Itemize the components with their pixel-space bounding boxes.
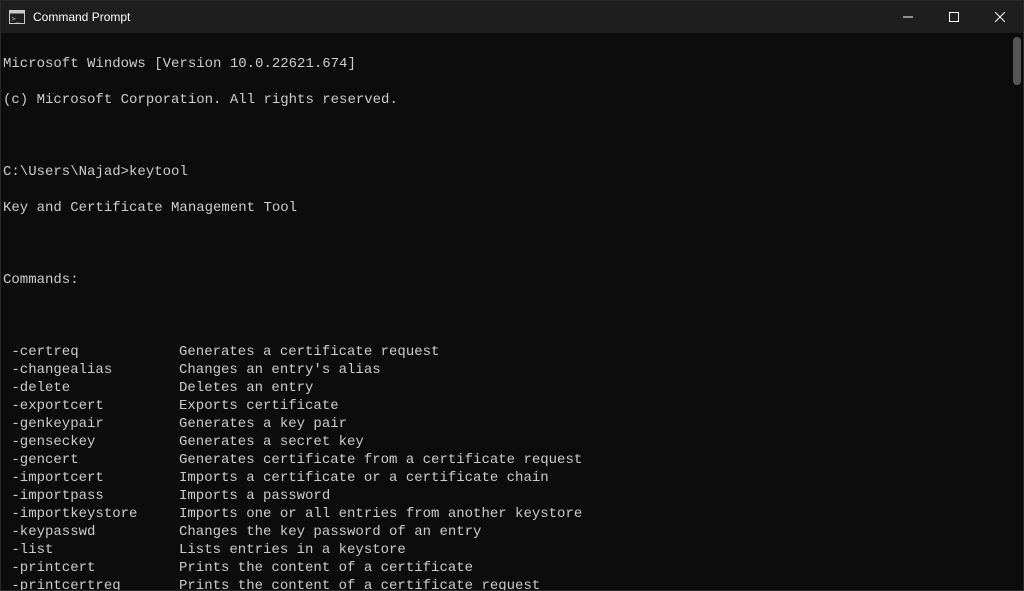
command-name: -keypasswd <box>3 523 179 541</box>
command-desc: Changes an entry's alias <box>179 361 381 379</box>
prompt-path: C:\Users\Najad> <box>3 164 129 180</box>
command-row: -printcertPrints the content of a certif… <box>3 559 1023 577</box>
command-row: -genkeypairGenerates a key pair <box>3 415 1023 433</box>
output-line: Commands: <box>3 271 1023 289</box>
command-row: -exportcertExports certificate <box>3 397 1023 415</box>
output-line <box>3 307 1023 325</box>
command-row: -changealiasChanges an entry's alias <box>3 361 1023 379</box>
command-name: -delete <box>3 379 179 397</box>
command-row: -keypasswdChanges the key password of an… <box>3 523 1023 541</box>
scrollbar-thumb[interactable] <box>1013 37 1021 85</box>
scrollbar[interactable] <box>1011 33 1023 590</box>
command-desc: Imports one or all entries from another … <box>179 505 582 523</box>
command-row: -printcertreqPrints the content of a cer… <box>3 577 1023 590</box>
command-desc: Prints the content of a certificate <box>179 559 473 577</box>
output-line: (c) Microsoft Corporation. All rights re… <box>3 91 1023 109</box>
command-row: -listLists entries in a keystore <box>3 541 1023 559</box>
command-prompt-window: >_ Command Prompt Microsoft Windows [Ver… <box>0 0 1024 591</box>
command-row: -genseckeyGenerates a secret key <box>3 433 1023 451</box>
terminal-output[interactable]: Microsoft Windows [Version 10.0.22621.67… <box>1 33 1023 590</box>
command-name: -importkeystore <box>3 505 179 523</box>
window-controls <box>885 1 1023 33</box>
command-name: -printcert <box>3 559 179 577</box>
command-name: -importcert <box>3 469 179 487</box>
titlebar[interactable]: >_ Command Prompt <box>1 1 1023 33</box>
command-desc: Generates a secret key <box>179 433 364 451</box>
maximize-button[interactable] <box>931 1 977 33</box>
minimize-button[interactable] <box>885 1 931 33</box>
command-desc: Imports a password <box>179 487 330 505</box>
cmd-icon: >_ <box>9 9 25 25</box>
output-line: Microsoft Windows [Version 10.0.22621.67… <box>3 55 1023 73</box>
output-line: Key and Certificate Management Tool <box>3 199 1023 217</box>
svg-text:>_: >_ <box>12 15 21 23</box>
command-name: -printcertreq <box>3 577 179 590</box>
command-row: -importpassImports a password <box>3 487 1023 505</box>
command-desc: Prints the content of a certificate requ… <box>179 577 540 590</box>
command-desc: Changes the key password of an entry <box>179 523 481 541</box>
command-name: -genseckey <box>3 433 179 451</box>
prompt-command: keytool <box>129 164 188 180</box>
close-button[interactable] <box>977 1 1023 33</box>
command-row: -certreqGenerates a certificate request <box>3 343 1023 361</box>
command-row: -importkeystoreImports one or all entrie… <box>3 505 1023 523</box>
command-desc: Generates certificate from a certificate… <box>179 451 582 469</box>
command-desc: Exports certificate <box>179 397 339 415</box>
output-line <box>3 235 1023 253</box>
command-desc: Imports a certificate or a certificate c… <box>179 469 549 487</box>
command-name: -certreq <box>3 343 179 361</box>
command-name: -gencert <box>3 451 179 469</box>
window-title: Command Prompt <box>33 10 885 24</box>
command-name: -importpass <box>3 487 179 505</box>
command-desc: Generates a certificate request <box>179 343 439 361</box>
command-name: -changealias <box>3 361 179 379</box>
command-row: -importcertImports a certificate or a ce… <box>3 469 1023 487</box>
command-desc: Lists entries in a keystore <box>179 541 406 559</box>
prompt-line: C:\Users\Najad>keytool <box>3 163 1023 181</box>
command-row: -deleteDeletes an entry <box>3 379 1023 397</box>
output-line <box>3 127 1023 145</box>
command-desc: Generates a key pair <box>179 415 347 433</box>
command-name: -exportcert <box>3 397 179 415</box>
command-desc: Deletes an entry <box>179 379 313 397</box>
command-name: -genkeypair <box>3 415 179 433</box>
command-name: -list <box>3 541 179 559</box>
command-row: -gencertGenerates certificate from a cer… <box>3 451 1023 469</box>
